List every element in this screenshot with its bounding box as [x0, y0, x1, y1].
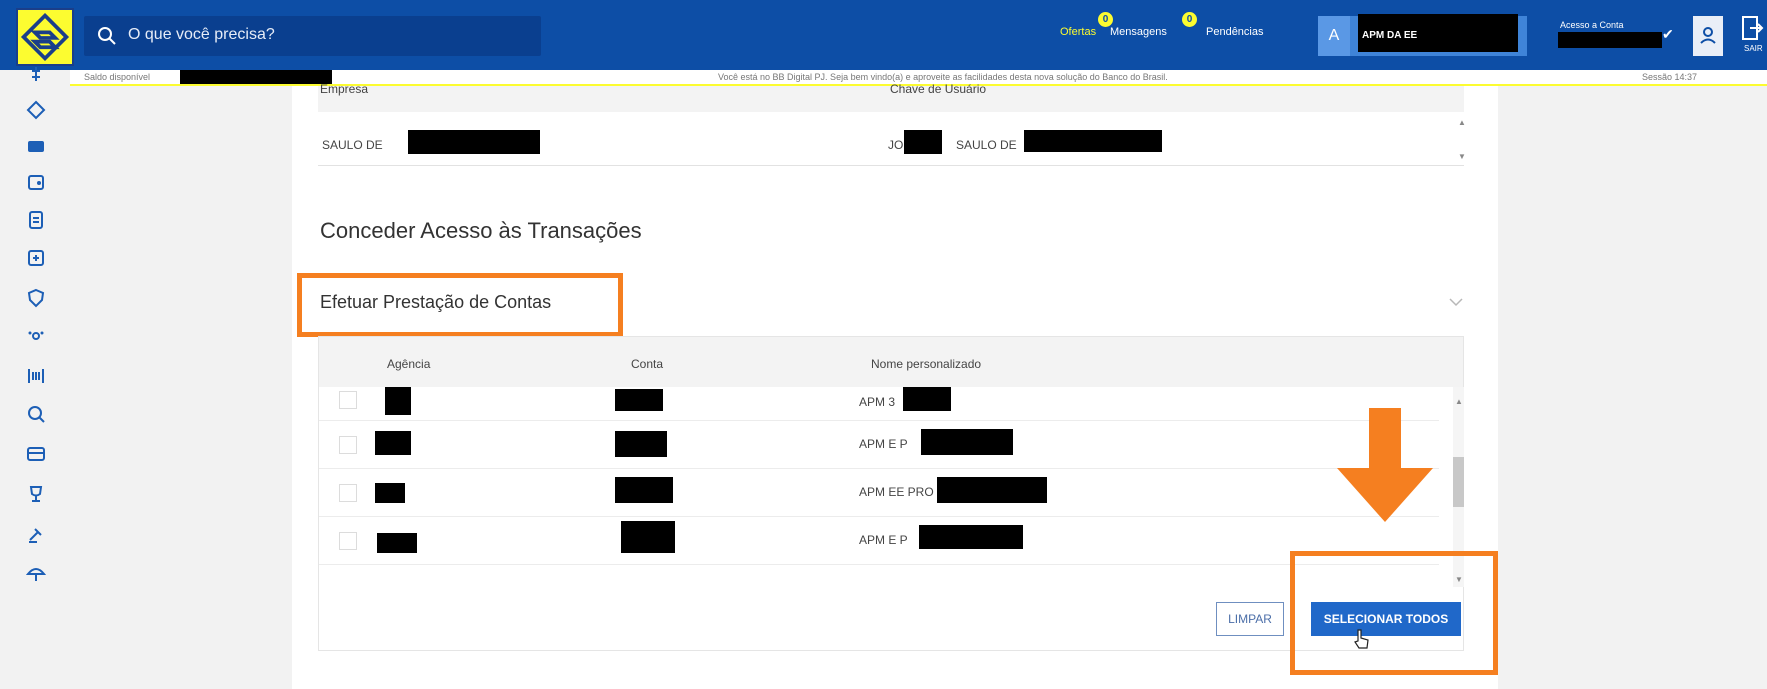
redacted-block	[1558, 32, 1662, 48]
barcode-icon[interactable]	[26, 366, 46, 386]
company-card: Empresa Chave de Usuário SAULO DE JO SAU…	[318, 82, 1466, 166]
offers-badge: 0	[1098, 12, 1113, 27]
calculator-icon[interactable]	[26, 248, 46, 268]
account-access-label[interactable]: Acesso a Conta	[1560, 20, 1624, 30]
row-name: APM E P	[859, 533, 908, 547]
arrow-down-icon	[1337, 408, 1433, 522]
row-checkbox[interactable]	[339, 532, 357, 550]
trophy-icon[interactable]	[26, 484, 46, 504]
section-title: Conceder Acesso às Transações	[320, 218, 642, 243]
clear-button[interactable]: LIMPAR	[1216, 602, 1284, 636]
redacted-conta	[615, 477, 673, 503]
account-name-visible: APM DA EE	[1362, 30, 1418, 41]
redacted-agencia	[375, 483, 405, 503]
search-placeholder: O que você precisa?	[128, 26, 275, 43]
redacted-conta	[615, 389, 663, 411]
nav-offers[interactable]: Ofertas	[1060, 26, 1096, 38]
row-checkbox[interactable]	[339, 436, 357, 454]
exchange-icon[interactable]	[26, 100, 46, 120]
redacted-conta	[615, 431, 667, 457]
welcome-message: Você está no BB Digital PJ. Seja bem vin…	[718, 72, 1168, 82]
right-background	[1498, 86, 1767, 689]
th-nome: Nome personalizado	[871, 357, 982, 371]
statement-icon[interactable]	[26, 444, 46, 464]
money-icon[interactable]	[26, 64, 46, 84]
hand-cursor-icon	[1354, 629, 1369, 649]
card-icon[interactable]	[26, 136, 46, 156]
table-row[interactable]: APM EE PRO	[319, 469, 1439, 517]
exit-icon[interactable]	[1740, 14, 1764, 44]
search-input[interactable]: O que você precisa?	[84, 16, 541, 56]
coin-search-icon[interactable]	[26, 404, 46, 424]
table-row[interactable]: APM E P	[319, 517, 1439, 565]
col-company: Empresa	[320, 82, 369, 96]
redacted-name	[937, 477, 1047, 503]
session-timer: Sessão 14:37	[1642, 72, 1698, 82]
table-scrollbar-thumb[interactable]	[1453, 457, 1464, 507]
user-key-value: SAULO DE	[956, 138, 1017, 152]
messages-badge: 0	[1182, 12, 1197, 27]
row-name: APM EE PRO	[859, 485, 934, 499]
left-sidebar	[0, 67, 70, 689]
col-user-key: Chave de Usuário	[890, 82, 987, 96]
umbrella-icon[interactable]	[26, 564, 46, 584]
table-header: Agência Conta Nome personalizado	[319, 337, 1463, 387]
row-checkbox[interactable]	[339, 391, 357, 409]
redacted-name	[919, 525, 1023, 549]
chevron-down-icon[interactable]	[1448, 296, 1464, 308]
row-name: APM 3	[859, 395, 896, 409]
redacted-name	[903, 387, 951, 411]
company-card-header: Empresa Chave de Usuário	[318, 82, 1464, 112]
redacted-user-key	[904, 130, 942, 154]
redacted-balance	[180, 70, 332, 84]
balance-label: Saldo disponível	[84, 72, 151, 82]
nav-messages[interactable]: Mensagens	[1110, 26, 1167, 38]
user-key-prefix: JO	[888, 138, 904, 152]
wallet-icon[interactable]	[26, 172, 46, 192]
redacted-company	[408, 130, 540, 154]
row-checkbox[interactable]	[339, 484, 357, 502]
shield-icon[interactable]	[26, 288, 46, 308]
people-icon[interactable]	[26, 328, 46, 348]
document-icon[interactable]	[26, 210, 46, 230]
redacted-agencia	[375, 431, 411, 455]
nav-pending[interactable]: Pendências	[1206, 26, 1264, 38]
redacted-conta	[621, 521, 675, 553]
redacted-agencia	[377, 533, 417, 553]
accordion-title[interactable]: Efetuar Prestação de Contas	[320, 292, 551, 313]
user-icon	[1700, 27, 1716, 44]
scroll-up-icon[interactable]: ▲	[1455, 397, 1463, 406]
account-avatar: A	[1318, 16, 1350, 56]
table-row[interactable]: APM 3	[319, 387, 1439, 421]
user-profile-button[interactable]	[1693, 16, 1723, 56]
highlight-select-all	[1290, 551, 1498, 675]
exit-label: SAIR	[1744, 44, 1763, 53]
redacted-agencia	[385, 387, 411, 415]
bank-logo-icon[interactable]	[16, 8, 74, 66]
redacted-user-key-2	[1024, 130, 1162, 152]
table-row[interactable]: APM E P	[319, 421, 1439, 469]
scroll-down-icon[interactable]: ▼	[1458, 152, 1466, 161]
redacted-name	[921, 429, 1013, 455]
search-icon	[98, 27, 116, 45]
scroll-up-icon[interactable]: ▲	[1458, 118, 1466, 127]
top-bar: O que você precisa? 0 Ofertas 0 Mensagen…	[0, 0, 1767, 70]
row-name: APM E P	[859, 437, 908, 451]
th-conta: Conta	[631, 357, 664, 371]
auction-icon[interactable]	[26, 524, 46, 544]
th-agencia: Agência	[387, 357, 431, 371]
check-icon: ✔	[1662, 26, 1674, 42]
company-value: SAULO DE	[322, 138, 383, 152]
